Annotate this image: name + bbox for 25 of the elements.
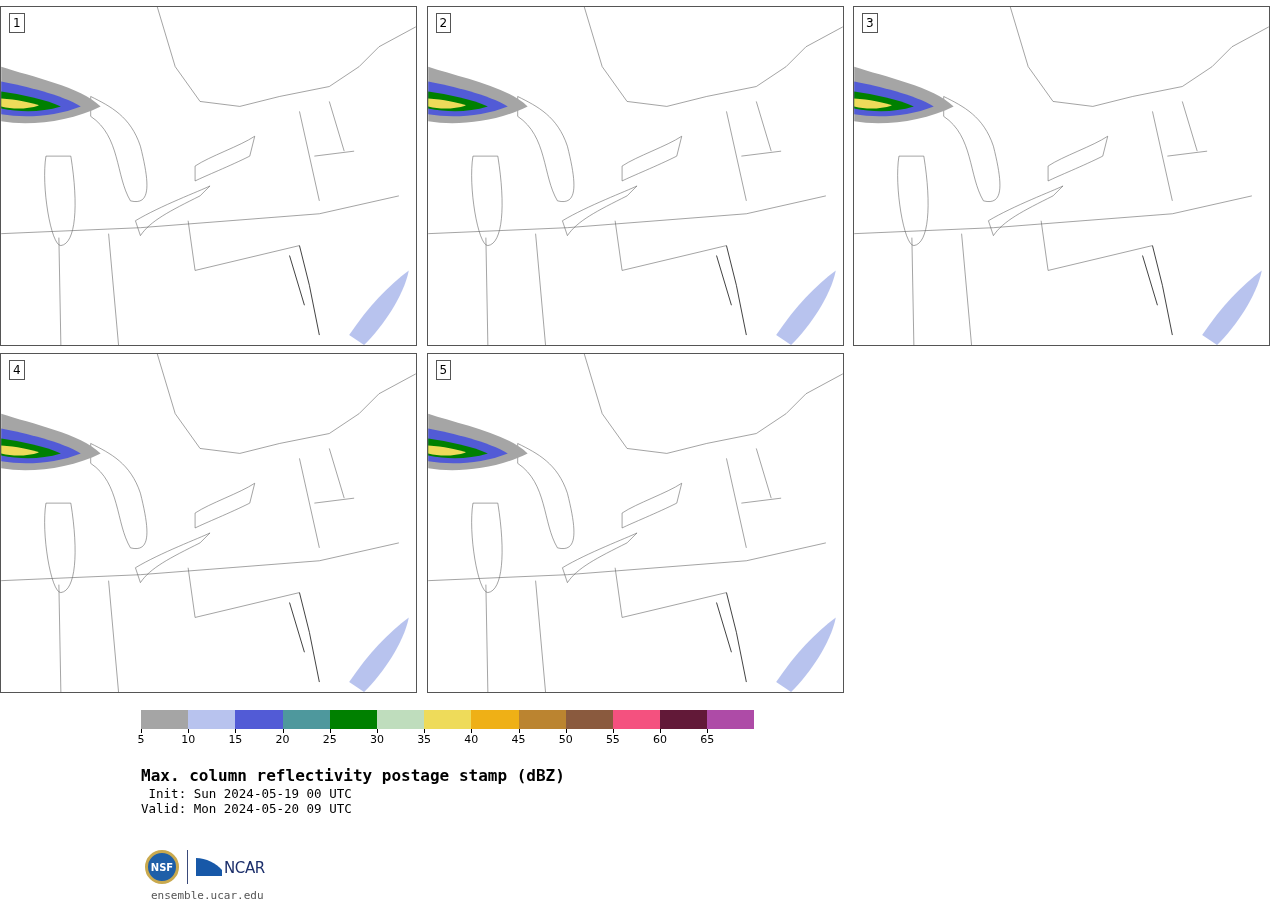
tick-label: 10: [181, 733, 196, 746]
ncar-emblem-icon: [196, 858, 222, 876]
init-time: Init: Sun 2024-05-19 00 UTC: [147, 786, 352, 801]
nsf-logo: NSF: [145, 850, 179, 884]
site-url: ensemble.ucar.edu: [151, 889, 264, 902]
chart-title: Max. column reflectivity postage stamp (dBZ): [141, 766, 565, 786]
panel-number: 3: [862, 13, 878, 33]
tick-label: 65: [700, 733, 715, 746]
tick-label: 45: [511, 733, 526, 746]
panel-number: 4: [9, 360, 25, 380]
tick-label: 35: [417, 733, 432, 746]
tick-label: 30: [369, 733, 384, 746]
tick-label: 5: [137, 733, 145, 746]
tick-label: 40: [464, 733, 479, 746]
tick-label: 25: [322, 733, 337, 746]
valid-time: Valid: Mon 2024-05-20 09 UTC: [141, 801, 352, 816]
tick-label: 55: [605, 733, 620, 746]
ncar-logo: NCAR: [196, 858, 265, 876]
panel-number: 2: [435, 13, 452, 33]
panel-number: 1: [9, 13, 25, 33]
tick-label: 15: [228, 733, 243, 746]
tick-label: 60: [653, 733, 668, 746]
tick-label: 50: [558, 733, 573, 746]
tick-label: 20: [275, 733, 290, 746]
panel-number: 5: [435, 360, 452, 380]
